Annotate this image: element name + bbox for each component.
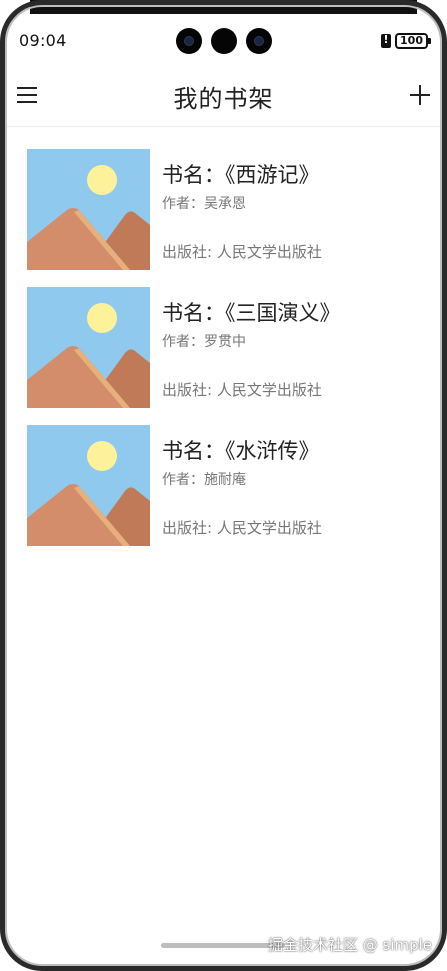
camera-lens-icon <box>246 28 272 54</box>
book-title: 书名：《西游记》 <box>162 163 320 187</box>
plus-icon[interactable] <box>410 85 430 105</box>
status-icons: 100 <box>381 32 431 50</box>
book-title: 书名：《三国演义》 <box>162 301 341 325</box>
status-time: 09:04 <box>19 31 67 50</box>
home-indicator[interactable] <box>161 943 285 948</box>
book-list: 书名：《西游记》 作者：吴承恩 出版社: 人民文学出版社 书名：《三国演义》 作… <box>5 149 442 563</box>
book-author: 作者：吴承恩 <box>162 196 246 212</box>
book-cover-image <box>27 425 150 546</box>
alert-icon <box>381 33 392 48</box>
image-placeholder-icon <box>27 149 150 270</box>
battery-icon: 100 <box>395 33 431 49</box>
camera-cutout <box>176 28 272 54</box>
book-item[interactable]: 书名：《水浒传》 作者：施耐庵 出版社: 人民文学出版社 <box>5 425 442 546</box>
book-cover-image <box>27 287 150 408</box>
book-publisher: 出版社: 人民文学出版社 <box>162 381 322 399</box>
frame-top-edge <box>30 0 417 14</box>
camera-lens-icon <box>176 28 202 54</box>
app-screen: 09:04 100 我的书架 <box>5 5 442 966</box>
book-item[interactable]: 书名：《三国演义》 作者：罗贯中 出版社: 人民文学出版社 <box>5 287 442 408</box>
page-title: 我的书架 <box>173 85 274 113</box>
book-publisher: 出版社: 人民文学出版社 <box>162 243 322 261</box>
image-placeholder-icon <box>27 287 150 408</box>
status-bar: 09:04 100 <box>5 27 442 57</box>
book-item[interactable]: 书名：《西游记》 作者：吴承恩 出版社: 人民文学出版社 <box>5 149 442 270</box>
book-cover-image <box>27 149 150 270</box>
image-placeholder-icon <box>27 425 150 546</box>
sensor-icon <box>211 28 237 54</box>
book-title: 书名：《水浒传》 <box>162 439 320 463</box>
book-publisher: 出版社: 人民文学出版社 <box>162 519 322 537</box>
title-bar: 我的书架 <box>5 67 442 127</box>
book-author: 作者：罗贯中 <box>162 334 246 350</box>
book-author: 作者：施耐庵 <box>162 472 246 488</box>
watermark: 掘金技术社区 @ simple <box>267 936 432 954</box>
